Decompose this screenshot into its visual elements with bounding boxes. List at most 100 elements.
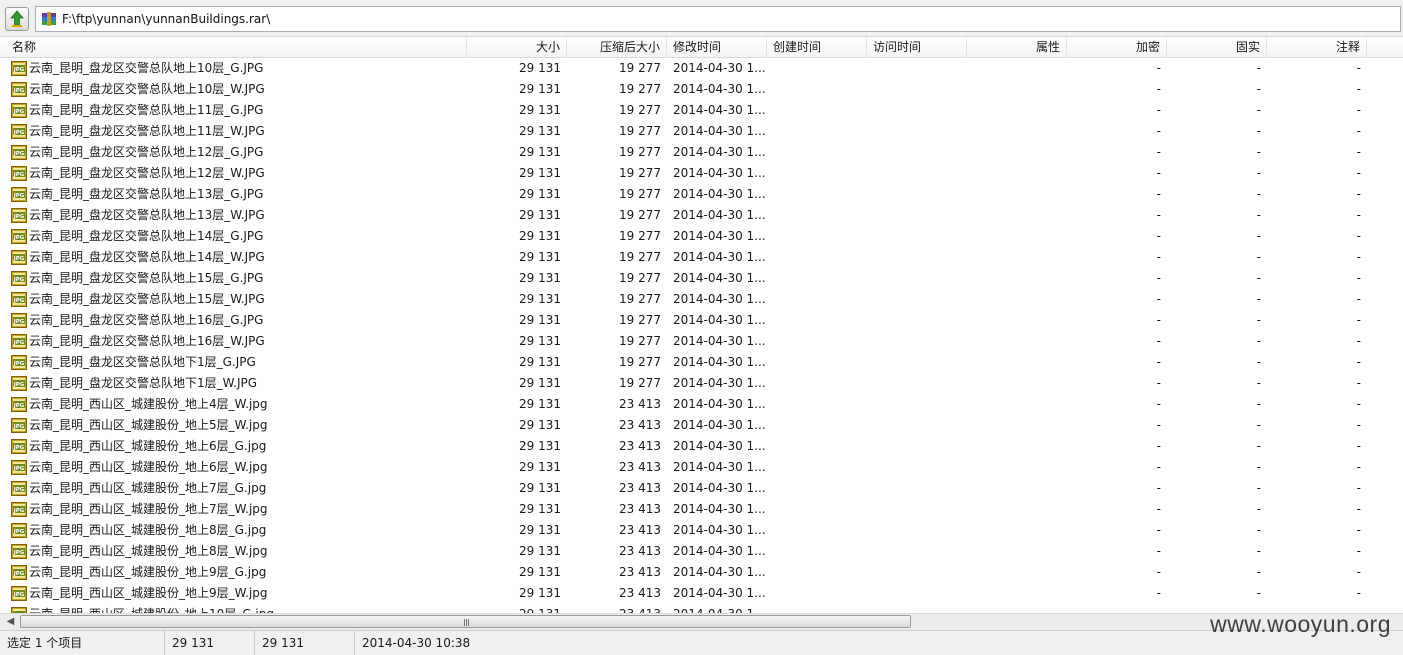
jpg-file-icon: JPG bbox=[11, 208, 27, 223]
column-header-size[interactable]: 大小 bbox=[467, 37, 567, 57]
file-comment: - bbox=[1356, 523, 1361, 537]
jpg-file-icon: JPG bbox=[11, 481, 27, 496]
up-one-level-button[interactable] bbox=[5, 7, 29, 31]
scrollbar-thumb[interactable] bbox=[20, 615, 911, 628]
column-header-modified[interactable]: 修改时间 bbox=[667, 37, 767, 57]
file-modified: 2014-04-30 1... bbox=[673, 481, 766, 495]
file-row[interactable]: JPG 云南_昆明_西山区_城建股份_地上10层_G.jpg 29 131 23… bbox=[0, 604, 1403, 613]
file-size: 29 131 bbox=[519, 376, 561, 390]
file-modified: 2014-04-30 1... bbox=[673, 145, 766, 159]
file-row[interactable]: JPG 云南_昆明_西山区_城建股份_地上8层_G.jpg 29 131 23 … bbox=[0, 520, 1403, 541]
file-name: 云南_昆明_盘龙区交警总队地上12层_W.JPG bbox=[29, 166, 265, 180]
file-row[interactable]: JPG 云南_昆明_盘龙区交警总队地上15层_G.JPG 29 131 19 2… bbox=[0, 268, 1403, 289]
file-row[interactable]: JPG 云南_昆明_盘龙区交警总队地上15层_W.JPG 29 131 19 2… bbox=[0, 289, 1403, 310]
column-header-packed[interactable]: 压缩后大小 bbox=[567, 37, 667, 57]
file-solid: - bbox=[1256, 523, 1261, 537]
horizontal-scrollbar[interactable]: ◀ bbox=[0, 613, 1403, 630]
file-row[interactable]: JPG 云南_昆明_盘龙区交警总队地上14层_W.JPG 29 131 19 2… bbox=[0, 247, 1403, 268]
file-comment: - bbox=[1356, 124, 1361, 138]
column-header-encrypted[interactable]: 加密 bbox=[1067, 37, 1167, 57]
file-row[interactable]: JPG 云南_昆明_盘龙区交警总队地上10层_G.JPG 29 131 19 2… bbox=[0, 58, 1403, 79]
file-row[interactable]: JPG 云南_昆明_盘龙区交警总队地上11层_G.JPG 29 131 19 2… bbox=[0, 100, 1403, 121]
file-packed-size: 19 277 bbox=[619, 250, 661, 264]
column-header-name[interactable]: 名称 bbox=[0, 37, 467, 57]
file-name: 云南_昆明_盘龙区交警总队地上16层_W.JPG bbox=[29, 334, 265, 348]
file-name: 云南_昆明_盘龙区交警总队地上10层_G.JPG bbox=[29, 61, 264, 75]
svg-text:JPG: JPG bbox=[13, 424, 25, 430]
column-header-accessed[interactable]: 访问时间 bbox=[867, 37, 967, 57]
file-row[interactable]: JPG 云南_昆明_盘龙区交警总队地上16层_G.JPG 29 131 19 2… bbox=[0, 310, 1403, 331]
svg-text:JPG: JPG bbox=[13, 214, 25, 220]
file-row[interactable]: JPG 云南_昆明_西山区_城建股份_地上4层_W.jpg 29 131 23 … bbox=[0, 394, 1403, 415]
file-list[interactable]: JPG 云南_昆明_盘龙区交警总队地上10层_G.JPG 29 131 19 2… bbox=[0, 58, 1403, 613]
svg-text:JPG: JPG bbox=[13, 298, 25, 304]
file-row[interactable]: JPG 云南_昆明_西山区_城建股份_地上9层_G.jpg 29 131 23 … bbox=[0, 562, 1403, 583]
svg-text:JPG: JPG bbox=[13, 403, 25, 409]
file-row[interactable]: JPG 云南_昆明_西山区_城建股份_地上6层_G.jpg 29 131 23 … bbox=[0, 436, 1403, 457]
scroll-left-icon[interactable]: ◀ bbox=[2, 614, 19, 630]
file-name: 云南_昆明_盘龙区交警总队地上15层_G.JPG bbox=[29, 271, 264, 285]
file-encrypted: - bbox=[1156, 586, 1161, 600]
file-name: 云南_昆明_盘龙区交警总队地上16层_G.JPG bbox=[29, 313, 264, 327]
file-encrypted: - bbox=[1156, 544, 1161, 558]
file-packed-size: 23 413 bbox=[619, 418, 661, 432]
file-comment: - bbox=[1356, 61, 1361, 75]
jpg-file-icon: JPG bbox=[11, 250, 27, 265]
file-row[interactable]: JPG 云南_昆明_西山区_城建股份_地上7层_W.jpg 29 131 23 … bbox=[0, 499, 1403, 520]
svg-text:JPG: JPG bbox=[13, 571, 25, 577]
jpg-file-icon: JPG bbox=[11, 166, 27, 181]
jpg-file-icon: JPG bbox=[11, 502, 27, 517]
file-modified: 2014-04-30 1... bbox=[673, 250, 766, 264]
file-row[interactable]: JPG 云南_昆明_盘龙区交警总队地上16层_W.JPG 29 131 19 2… bbox=[0, 331, 1403, 352]
file-row[interactable]: JPG 云南_昆明_盘龙区交警总队地上14层_G.JPG 29 131 19 2… bbox=[0, 226, 1403, 247]
svg-text:JPG: JPG bbox=[13, 529, 25, 535]
file-solid: - bbox=[1256, 313, 1261, 327]
file-modified: 2014-04-30 1... bbox=[673, 355, 766, 369]
file-encrypted: - bbox=[1156, 481, 1161, 495]
file-row[interactable]: JPG 云南_昆明_盘龙区交警总队地上11层_W.JPG 29 131 19 2… bbox=[0, 121, 1403, 142]
file-size: 29 131 bbox=[519, 502, 561, 516]
file-encrypted: - bbox=[1156, 460, 1161, 474]
file-modified: 2014-04-30 1... bbox=[673, 544, 766, 558]
file-row[interactable]: JPG 云南_昆明_西山区_城建股份_地上8层_W.jpg 29 131 23 … bbox=[0, 541, 1403, 562]
file-modified: 2014-04-30 1... bbox=[667, 604, 767, 613]
file-solid: - bbox=[1256, 418, 1261, 432]
file-comment: - bbox=[1356, 271, 1361, 285]
address-bar[interactable] bbox=[35, 6, 1401, 32]
column-header-solid[interactable]: 固实 bbox=[1167, 37, 1267, 57]
address-input[interactable] bbox=[62, 9, 1382, 29]
file-row[interactable]: JPG 云南_昆明_盘龙区交警总队地上12层_G.JPG 29 131 19 2… bbox=[0, 142, 1403, 163]
file-row[interactable]: JPG 云南_昆明_盘龙区交警总队地上13层_G.JPG 29 131 19 2… bbox=[0, 184, 1403, 205]
file-encrypted: - bbox=[1156, 334, 1161, 348]
svg-text:JPG: JPG bbox=[13, 466, 25, 472]
svg-text:JPG: JPG bbox=[13, 445, 25, 451]
file-name: 云南_昆明_西山区_城建股份_地上9层_W.jpg bbox=[29, 586, 268, 600]
file-row[interactable]: JPG 云南_昆明_西山区_城建股份_地上6层_W.jpg 29 131 23 … bbox=[0, 457, 1403, 478]
file-modified: 2014-04-30 1... bbox=[673, 418, 766, 432]
column-header-attributes[interactable]: 属性 bbox=[967, 37, 1067, 57]
file-row[interactable]: JPG 云南_昆明_西山区_城建股份_地上5层_W.jpg 29 131 23 … bbox=[0, 415, 1403, 436]
file-modified: 2014-04-30 1... bbox=[673, 61, 766, 75]
file-name: 云南_昆明_西山区_城建股份_地上4层_W.jpg bbox=[29, 397, 268, 411]
file-row[interactable]: JPG 云南_昆明_盘龙区交警总队地下1层_G.JPG 29 131 19 27… bbox=[0, 352, 1403, 373]
file-encrypted: - bbox=[1156, 61, 1161, 75]
file-row[interactable]: JPG 云南_昆明_盘龙区交警总队地上12层_W.JPG 29 131 19 2… bbox=[0, 163, 1403, 184]
file-packed-size: 19 277 bbox=[619, 124, 661, 138]
file-row[interactable]: JPG 云南_昆明_西山区_城建股份_地上9层_W.jpg 29 131 23 … bbox=[0, 583, 1403, 604]
column-header-comment[interactable]: 注释 bbox=[1267, 37, 1367, 57]
file-row[interactable]: JPG 云南_昆明_盘龙区交警总队地下1层_W.JPG 29 131 19 27… bbox=[0, 373, 1403, 394]
file-size: 29 131 bbox=[519, 61, 561, 75]
file-encrypted: - bbox=[1156, 418, 1161, 432]
file-row[interactable]: JPG 云南_昆明_西山区_城建股份_地上7层_G.jpg 29 131 23 … bbox=[0, 478, 1403, 499]
column-header-created[interactable]: 创建时间 bbox=[767, 37, 867, 57]
file-size: 29 131 bbox=[519, 124, 561, 138]
file-size: 29 131 bbox=[519, 292, 561, 306]
file-row[interactable]: JPG 云南_昆明_盘龙区交警总队地上13层_W.JPG 29 131 19 2… bbox=[0, 205, 1403, 226]
file-row[interactable]: JPG 云南_昆明_盘龙区交警总队地上10层_W.JPG 29 131 19 2… bbox=[0, 79, 1403, 100]
file-size: 29 131 bbox=[519, 103, 561, 117]
file-comment: - bbox=[1356, 586, 1361, 600]
file-size: 29 131 bbox=[519, 229, 561, 243]
jpg-file-icon: JPG bbox=[11, 334, 27, 349]
file-solid: - bbox=[1256, 292, 1261, 306]
file-comment: - bbox=[1356, 481, 1361, 495]
